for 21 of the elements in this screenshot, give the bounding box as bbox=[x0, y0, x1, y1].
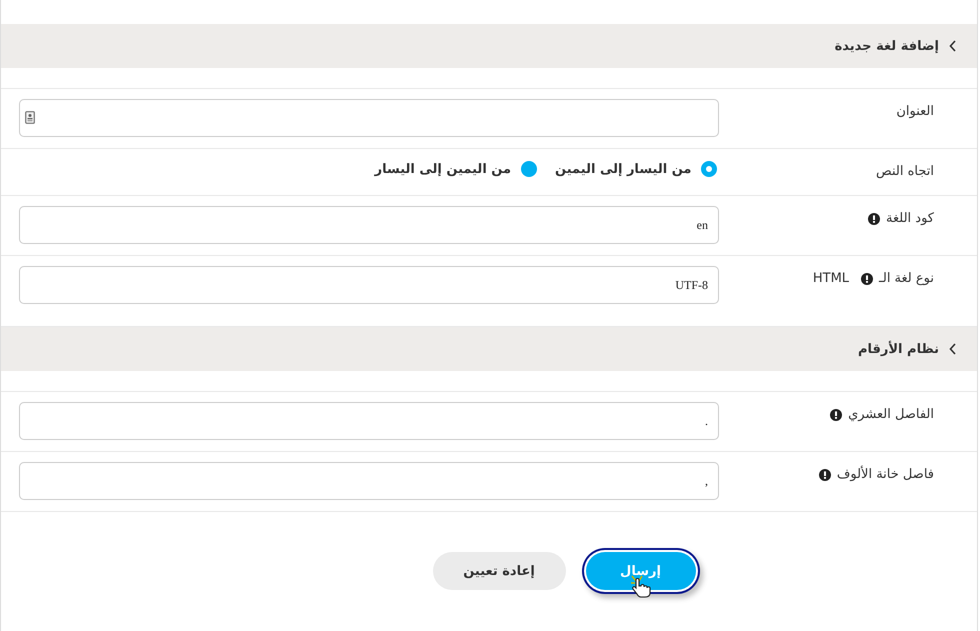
field-label: العنوان bbox=[896, 104, 934, 119]
section-header[interactable]: نظام الأرقام bbox=[1, 327, 977, 371]
field-label: فاصل خانة الألوف bbox=[836, 467, 934, 482]
input-field[interactable]: , bbox=[19, 462, 719, 500]
input-field[interactable]: UTF-8 bbox=[19, 266, 719, 304]
field-label: الفاصل العشري bbox=[848, 407, 934, 422]
chevron-icon bbox=[949, 40, 957, 52]
field-label: HTML bbox=[812, 271, 850, 286]
field-label: نوع لغة الـ bbox=[879, 271, 934, 286]
radio-option[interactable]: من اليمين إلى اليسار bbox=[374, 161, 538, 177]
input-field[interactable]: en bbox=[19, 206, 719, 244]
field-label: اتجاه النص bbox=[876, 164, 934, 179]
section-title: نظام الأرقام bbox=[858, 342, 939, 356]
input-field[interactable] bbox=[19, 99, 719, 137]
field-label: كود اللغة bbox=[886, 211, 934, 226]
section-header[interactable]: إضافة لغة جديدة bbox=[1, 24, 977, 68]
reset-button[interactable]: إعادة تعيين bbox=[432, 552, 566, 590]
radio-option[interactable]: من اليسار إلى اليمين bbox=[555, 161, 718, 177]
chevron-icon bbox=[949, 343, 957, 355]
section-title: إضافة لغة جديدة bbox=[834, 38, 939, 54]
input-field[interactable]: . bbox=[19, 402, 719, 440]
